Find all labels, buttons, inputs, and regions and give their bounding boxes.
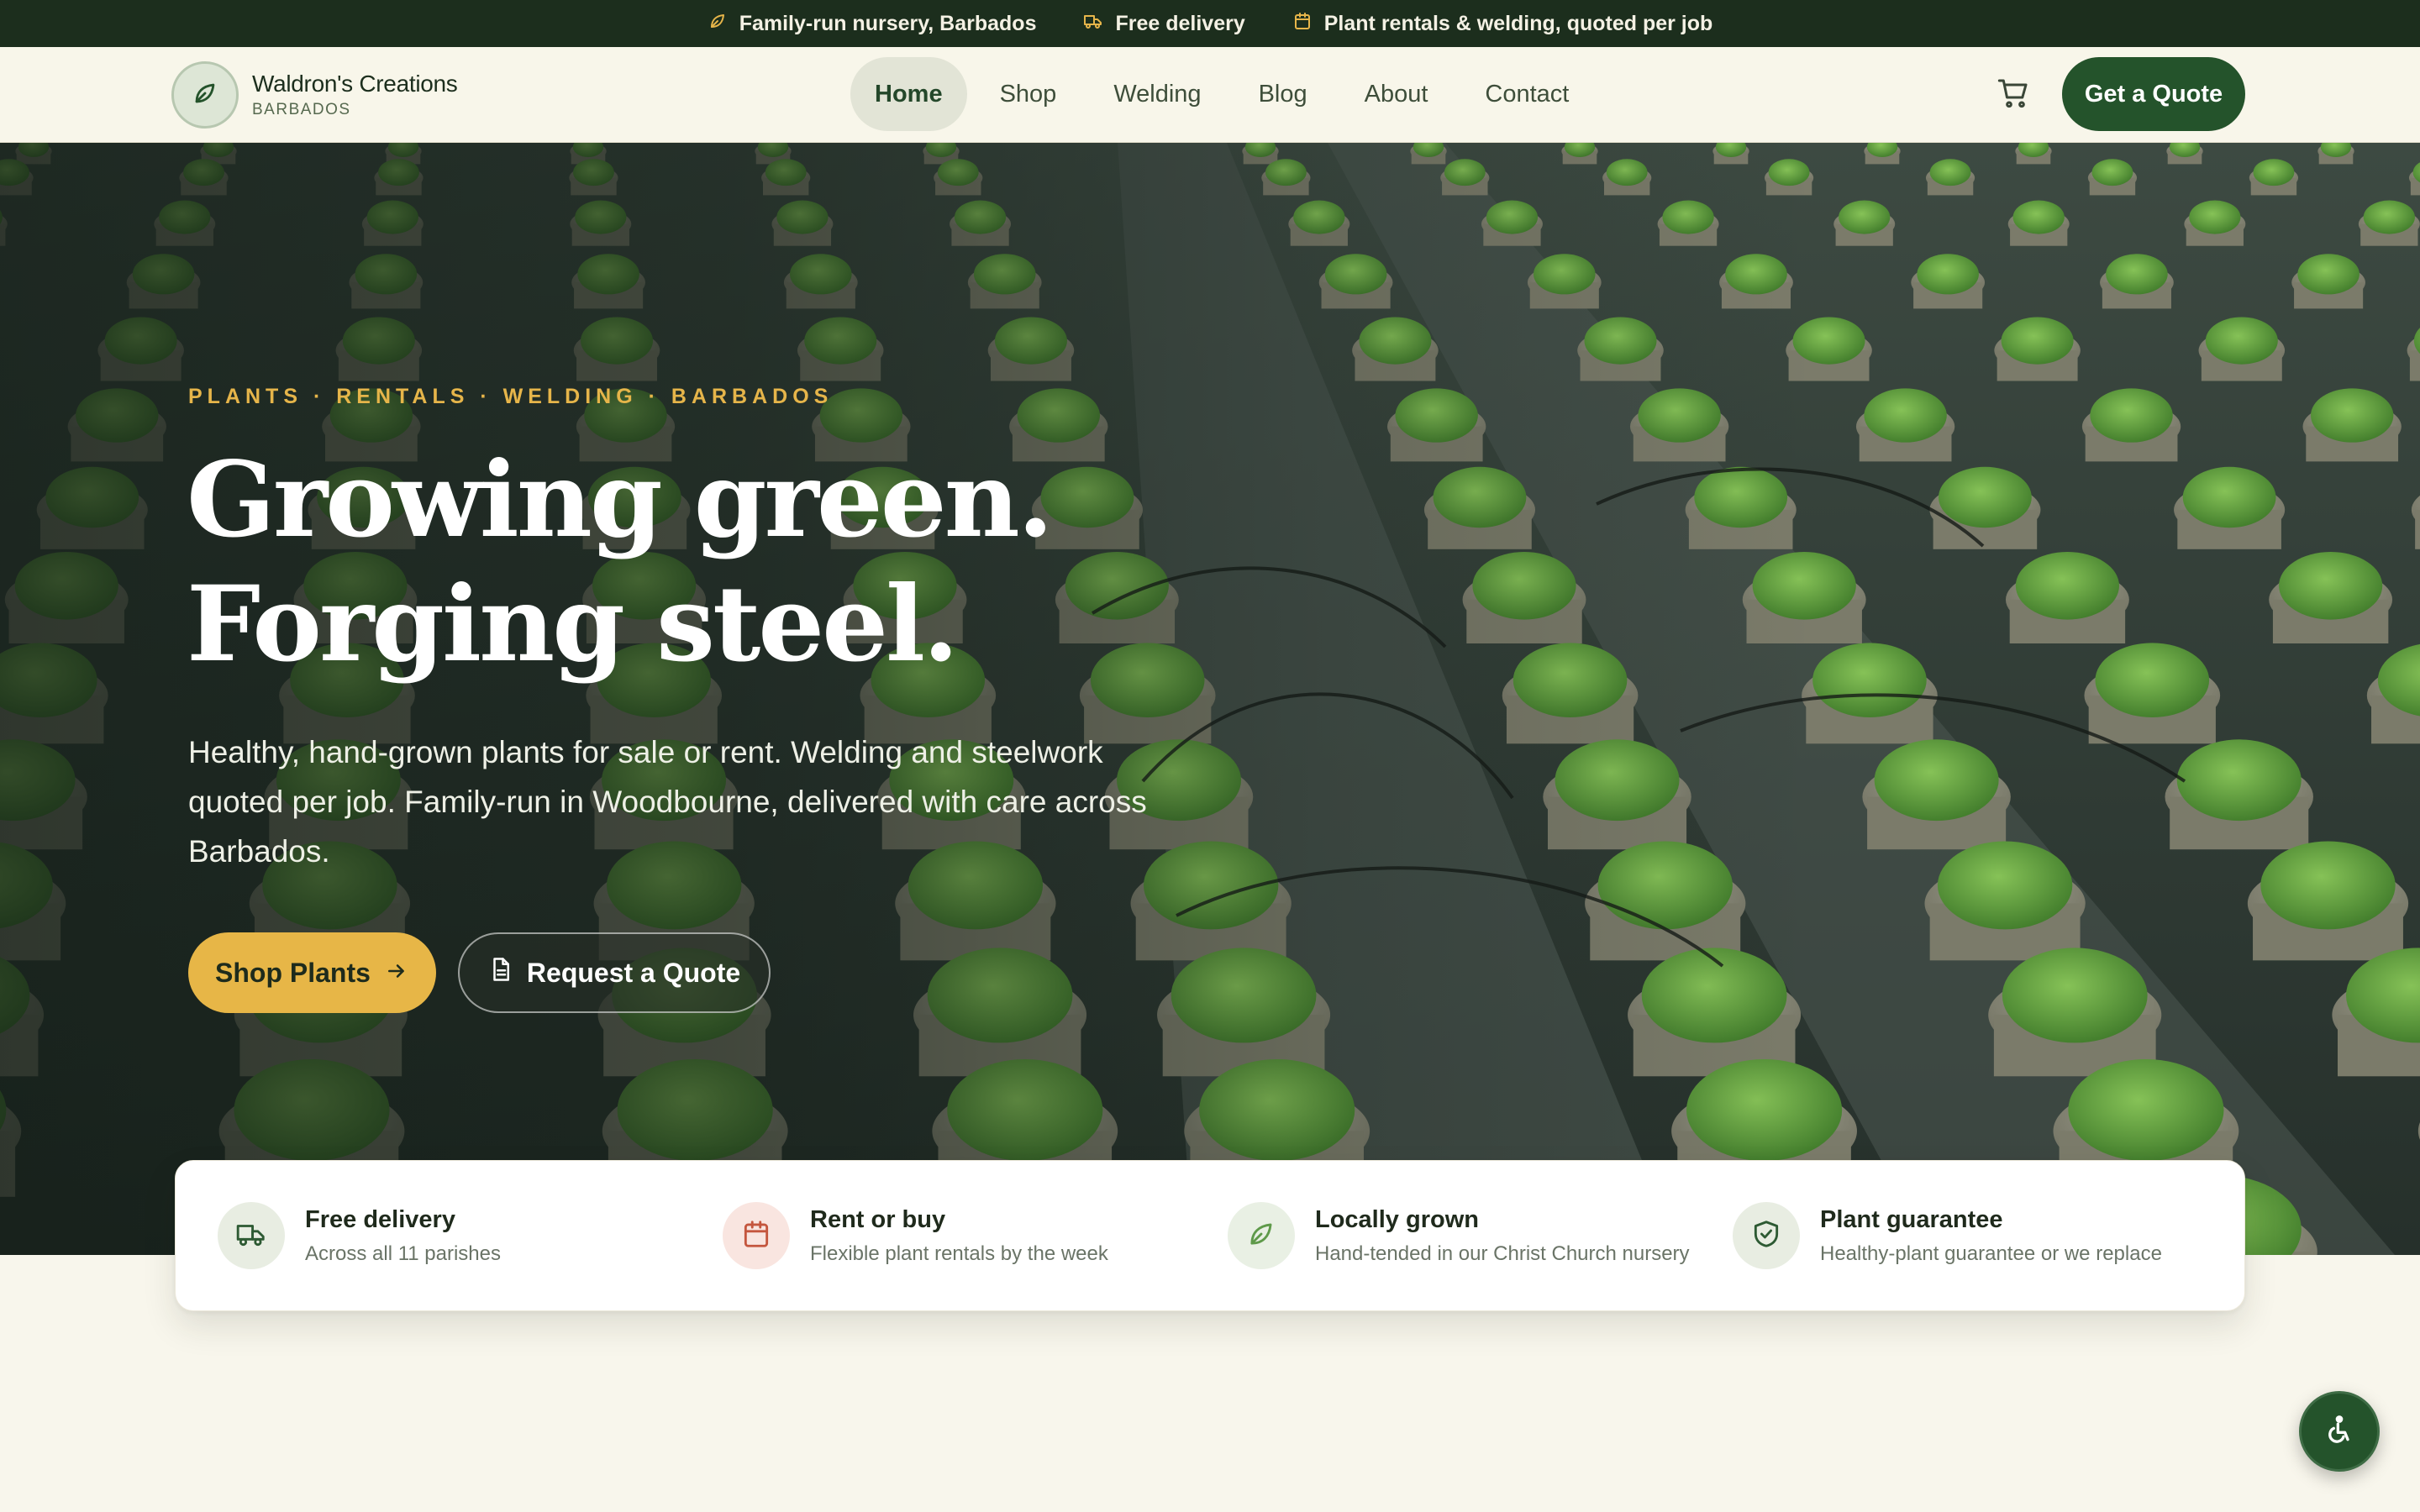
announcement-item: Plant rentals & welding, quoted per job <box>1292 11 1713 37</box>
nav-contact[interactable]: Contact <box>1460 57 1593 131</box>
brand-name: Waldron's Creations <box>252 71 458 97</box>
feature-icon-badge <box>1228 1202 1295 1269</box>
nav-blog[interactable]: Blog <box>1234 57 1332 131</box>
nav-welding[interactable]: Welding <box>1089 57 1225 131</box>
request-quote-label: Request a Quote <box>526 957 741 988</box>
feature-subtitle: Across all 11 parishes <box>305 1242 501 1265</box>
shop-plants-button[interactable]: Shop Plants <box>188 932 436 1013</box>
announcement-text: Plant rentals & welding, quoted per job <box>1323 11 1713 35</box>
feature-icon-badge <box>1733 1202 1800 1269</box>
calendar-icon <box>1292 11 1313 37</box>
feature-text: Plant guarantee Healthy-plant guarantee … <box>1820 1206 2162 1266</box>
hero-section: PLANTS · RENTALS · WELDING · BARBADOS Gr… <box>0 143 2420 1255</box>
document-icon <box>488 957 513 989</box>
nav-home[interactable]: Home <box>850 57 967 131</box>
brand-location: BARBADOS <box>252 101 351 118</box>
leaf-icon <box>1245 1218 1277 1254</box>
feature-title: Free delivery <box>305 1205 455 1233</box>
truck-icon <box>235 1218 267 1254</box>
feature-icon-badge <box>218 1202 285 1269</box>
feature-item: Rent or buy Flexible plant rentals by th… <box>723 1202 1228 1269</box>
main-nav: Home Shop Welding Blog About Contact <box>850 57 1593 131</box>
shield-check-icon <box>1750 1218 1782 1254</box>
leaf-icon <box>708 11 728 37</box>
feature-text: Free delivery Across all 11 parishes <box>305 1206 501 1266</box>
headline-line-1: Growing green. <box>187 439 1054 561</box>
hero-headline: Growing green. Forging steel. <box>187 438 1279 687</box>
site-header: Waldron's Creations BARBADOS Home Shop W… <box>0 47 2420 143</box>
leaf-icon <box>191 79 219 112</box>
feature-title: Locally grown <box>1315 1205 1479 1233</box>
feature-subtitle: Flexible plant rentals by the week <box>810 1242 1108 1265</box>
feature-item: Plant guarantee Healthy-plant guarantee … <box>1733 1202 2238 1269</box>
feature-title: Rent or buy <box>810 1205 946 1233</box>
hero-overlay <box>0 143 2420 1255</box>
hero-actions: Shop Plants Request a Quote <box>188 932 771 1013</box>
arrow-right-icon <box>386 958 408 989</box>
announcement-text: Free delivery <box>1115 11 1245 35</box>
cart-icon <box>1996 76 2030 114</box>
accessibility-button[interactable] <box>2299 1391 2380 1472</box>
feature-item: Locally grown Hand-tended in our Christ … <box>1228 1202 1733 1269</box>
feature-text: Locally grown Hand-tended in our Christ … <box>1315 1206 1690 1266</box>
get-quote-button[interactable]: Get a Quote <box>2062 57 2245 131</box>
truck-icon <box>1083 11 1103 37</box>
accessibility-icon <box>2323 1413 2356 1451</box>
feature-text: Rent or buy Flexible plant rentals by th… <box>810 1206 1108 1266</box>
nav-about[interactable]: About <box>1340 57 1453 131</box>
brand-text: Waldron's Creations BARBADOS <box>252 71 458 119</box>
calendar-icon <box>740 1218 772 1254</box>
cart-button[interactable] <box>1991 73 2035 117</box>
request-quote-button[interactable]: Request a Quote <box>457 932 771 1013</box>
feature-title: Plant guarantee <box>1820 1205 2003 1233</box>
feature-subtitle: Healthy-plant guarantee or we replace <box>1820 1242 2162 1265</box>
nav-shop[interactable]: Shop <box>976 57 1081 131</box>
hero-description: Healthy, hand-grown plants for sale or r… <box>188 735 1147 869</box>
features-card: Free delivery Across all 11 parishes Ren… <box>175 1160 2245 1311</box>
headline-line-2: Forging steel. <box>187 564 959 685</box>
brand-logo <box>171 61 239 129</box>
feature-subtitle: Hand-tended in our Christ Church nursery <box>1315 1242 1690 1265</box>
feature-icon-badge <box>723 1202 790 1269</box>
announcement-item: Family-run nursery, Barbados <box>708 11 1037 37</box>
feature-item: Free delivery Across all 11 parishes <box>218 1202 723 1269</box>
brand-link[interactable]: Waldron's Creations BARBADOS <box>171 61 458 129</box>
hero-eyebrow: PLANTS · RENTALS · WELDING · BARBADOS <box>188 385 834 408</box>
shop-plants-label: Shop Plants <box>215 957 371 988</box>
announcement-text: Family-run nursery, Barbados <box>739 11 1037 35</box>
announcement-bar: Family-run nursery, Barbados Free delive… <box>0 0 2420 47</box>
announcement-item: Free delivery <box>1083 11 1245 37</box>
